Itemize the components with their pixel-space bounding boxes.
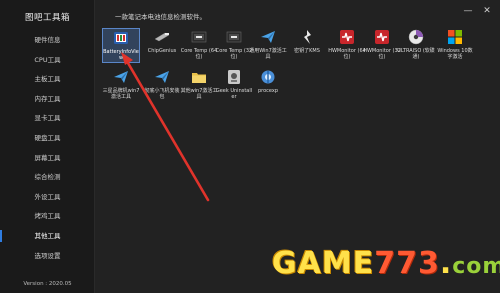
app-label: 密钥了KMS (294, 48, 320, 54)
windows-icon (446, 28, 464, 46)
app-label: 其他win7激活工具 (180, 88, 218, 101)
sidebar-item[interactable]: 外设工具 (0, 188, 95, 206)
app-tile[interactable]: procexp (249, 68, 287, 94)
hwmonitor-icon (338, 28, 356, 46)
app-tile[interactable]: 三星品牌机win7激活工具 (102, 68, 140, 101)
app-label: 彻底小飞机安装包 (144, 88, 180, 101)
sidebar-item[interactable]: 综合检测 (0, 168, 95, 186)
procexp-icon (259, 68, 277, 86)
tool-description: 一款笔记本电池信息检测软件。 (115, 13, 206, 21)
folder-icon (190, 68, 208, 86)
sidebar-item[interactable]: 屏幕工具 (0, 149, 95, 167)
kms-icon (298, 28, 316, 46)
sidebar-item[interactable]: CPU工具 (0, 51, 95, 69)
app-label: HWMonitor (64位) (328, 48, 366, 61)
paper-plane-icon (112, 68, 130, 86)
app-label: ChipGenius (147, 48, 177, 54)
geek-icon (225, 68, 243, 86)
paper-plane-icon (153, 68, 171, 86)
version-label: Version : 2020.05 (23, 281, 72, 287)
usb-chip-icon (153, 28, 171, 46)
battery-icon (112, 29, 130, 47)
thermometer-icon (225, 28, 243, 46)
sidebar-item[interactable]: 硬件信息 (0, 31, 95, 49)
app-tile[interactable]: 密钥了KMS (288, 28, 326, 54)
app-label: procexp (257, 88, 279, 94)
app-label: 通用Win7激活工具 (249, 48, 287, 61)
paper-plane-icon (259, 28, 277, 46)
active-indicator (0, 230, 2, 242)
app-tile[interactable]: 其他win7激活工具 (180, 68, 218, 101)
app-label: Windows 10数字激活 (437, 48, 473, 61)
app-tile[interactable]: 彻底小飞机安装包 (143, 68, 181, 101)
app-title: 图吧工具箱 (24, 13, 70, 23)
sidebar-item[interactable]: 烤鸡工具 (0, 207, 95, 225)
app-label: Core Temp (64位) (180, 48, 218, 61)
sidebar-item[interactable]: 显卡工具 (0, 109, 95, 127)
app-tile[interactable]: ChipGenius (143, 28, 181, 54)
app-tile[interactable]: 通用Win7激活工具 (249, 28, 287, 61)
app-tile[interactable]: HWMonitor (32位) (363, 28, 401, 61)
sidebar-item[interactable]: 主板工具 (0, 70, 95, 88)
sidebar-item[interactable]: 硬盘工具 (0, 129, 95, 147)
app-tile[interactable]: BatteryInfoView (102, 28, 140, 63)
close-button[interactable]: ✕ (481, 6, 493, 16)
app-label: BatteryInfoView (103, 49, 139, 62)
app-tile[interactable]: Core Temp (64位) (180, 28, 218, 61)
app-tile[interactable]: Geek Uninstaller (215, 68, 253, 101)
app-label: ULTRAISO (软碟通) (397, 48, 435, 61)
app-tile[interactable]: ULTRAISO (软碟通) (397, 28, 435, 61)
app-tile[interactable]: Windows 10数字激活 (436, 28, 474, 61)
app-label: Geek Uninstaller (215, 88, 253, 101)
sidebar: 图吧工具箱 硬件信息 CPU工具 主板工具内存工具 显卡工具硬盘工具屏幕工具 综合检测外… (0, 0, 95, 293)
sidebar-item[interactable]: 其他工具 (0, 227, 95, 245)
app-tile[interactable]: HWMonitor (64位) (328, 28, 366, 61)
sidebar-item[interactable]: 内存工具 (0, 90, 95, 108)
minimize-button[interactable]: — (462, 6, 474, 16)
app-tile[interactable]: Core Temp (32位) (215, 28, 253, 61)
hwmonitor-icon (373, 28, 391, 46)
app-label: 三星品牌机win7激活工具 (102, 88, 140, 101)
watermark-logo: GAME773.com (272, 246, 500, 281)
thermometer-icon (190, 28, 208, 46)
sidebar-item[interactable]: 选项设置 (0, 247, 95, 265)
app-label: HWMonitor (32位) (363, 48, 401, 61)
disc-icon (407, 28, 425, 46)
app-label: Core Temp (32位) (215, 48, 253, 61)
